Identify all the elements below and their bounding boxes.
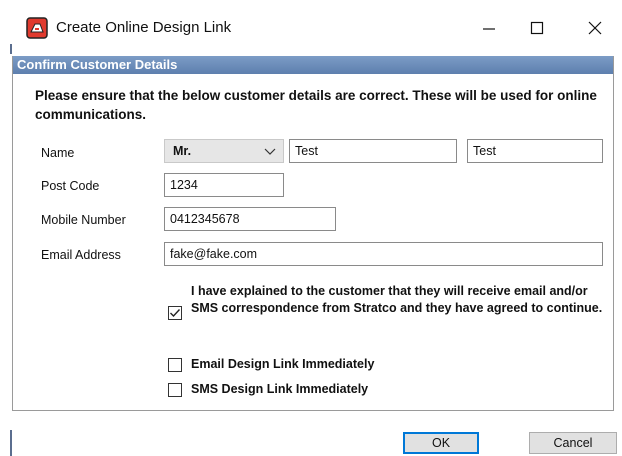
salutation-value: Mr. <box>173 144 192 158</box>
maximize-icon <box>530 21 544 35</box>
title-bar[interactable]: Create Online Design Link <box>12 0 622 56</box>
postcode-input[interactable]: 1234 <box>164 173 284 197</box>
window-title: Create Online Design Link <box>56 19 232 36</box>
email-input[interactable]: fake@fake.com <box>164 242 603 266</box>
mobile-input[interactable]: 0412345678 <box>164 207 336 231</box>
name-label: Name <box>41 146 75 160</box>
sms-link-checkbox[interactable] <box>168 383 182 397</box>
minimize-icon <box>483 28 495 30</box>
customer-details-panel: Confirm Customer Details Please ensure t… <box>12 56 614 411</box>
panel-header: Confirm Customer Details <box>13 56 613 74</box>
first-name-input[interactable]: Test <box>289 139 457 163</box>
email-label: Email Address <box>41 248 121 262</box>
intro-text: Please ensure that the below customer de… <box>35 88 597 122</box>
close-icon <box>588 21 602 35</box>
last-name-input[interactable]: Test <box>467 139 603 163</box>
maximize-button[interactable] <box>514 10 560 46</box>
chevron-down-icon <box>264 148 276 155</box>
minimize-button[interactable] <box>466 10 512 46</box>
checkmark-icon <box>170 309 181 318</box>
email-link-label: Email Design Link Immediately <box>191 357 375 371</box>
consent-label: I have explained to the customer that th… <box>191 284 603 315</box>
background-window-edge <box>0 0 12 456</box>
close-button[interactable] <box>572 10 618 46</box>
ok-button[interactable]: OK <box>403 432 479 454</box>
postcode-label: Post Code <box>41 179 100 193</box>
salutation-select[interactable]: Mr. <box>164 139 284 163</box>
dialog-window: Create Online Design Link Confirm Custom… <box>12 0 622 456</box>
stratco-logo-icon <box>26 17 48 39</box>
cancel-button[interactable]: Cancel <box>529 432 617 454</box>
sms-link-label: SMS Design Link Immediately <box>191 382 369 396</box>
consent-checkbox[interactable] <box>168 306 182 320</box>
mobile-label: Mobile Number <box>41 213 126 227</box>
email-link-checkbox[interactable] <box>168 358 182 372</box>
